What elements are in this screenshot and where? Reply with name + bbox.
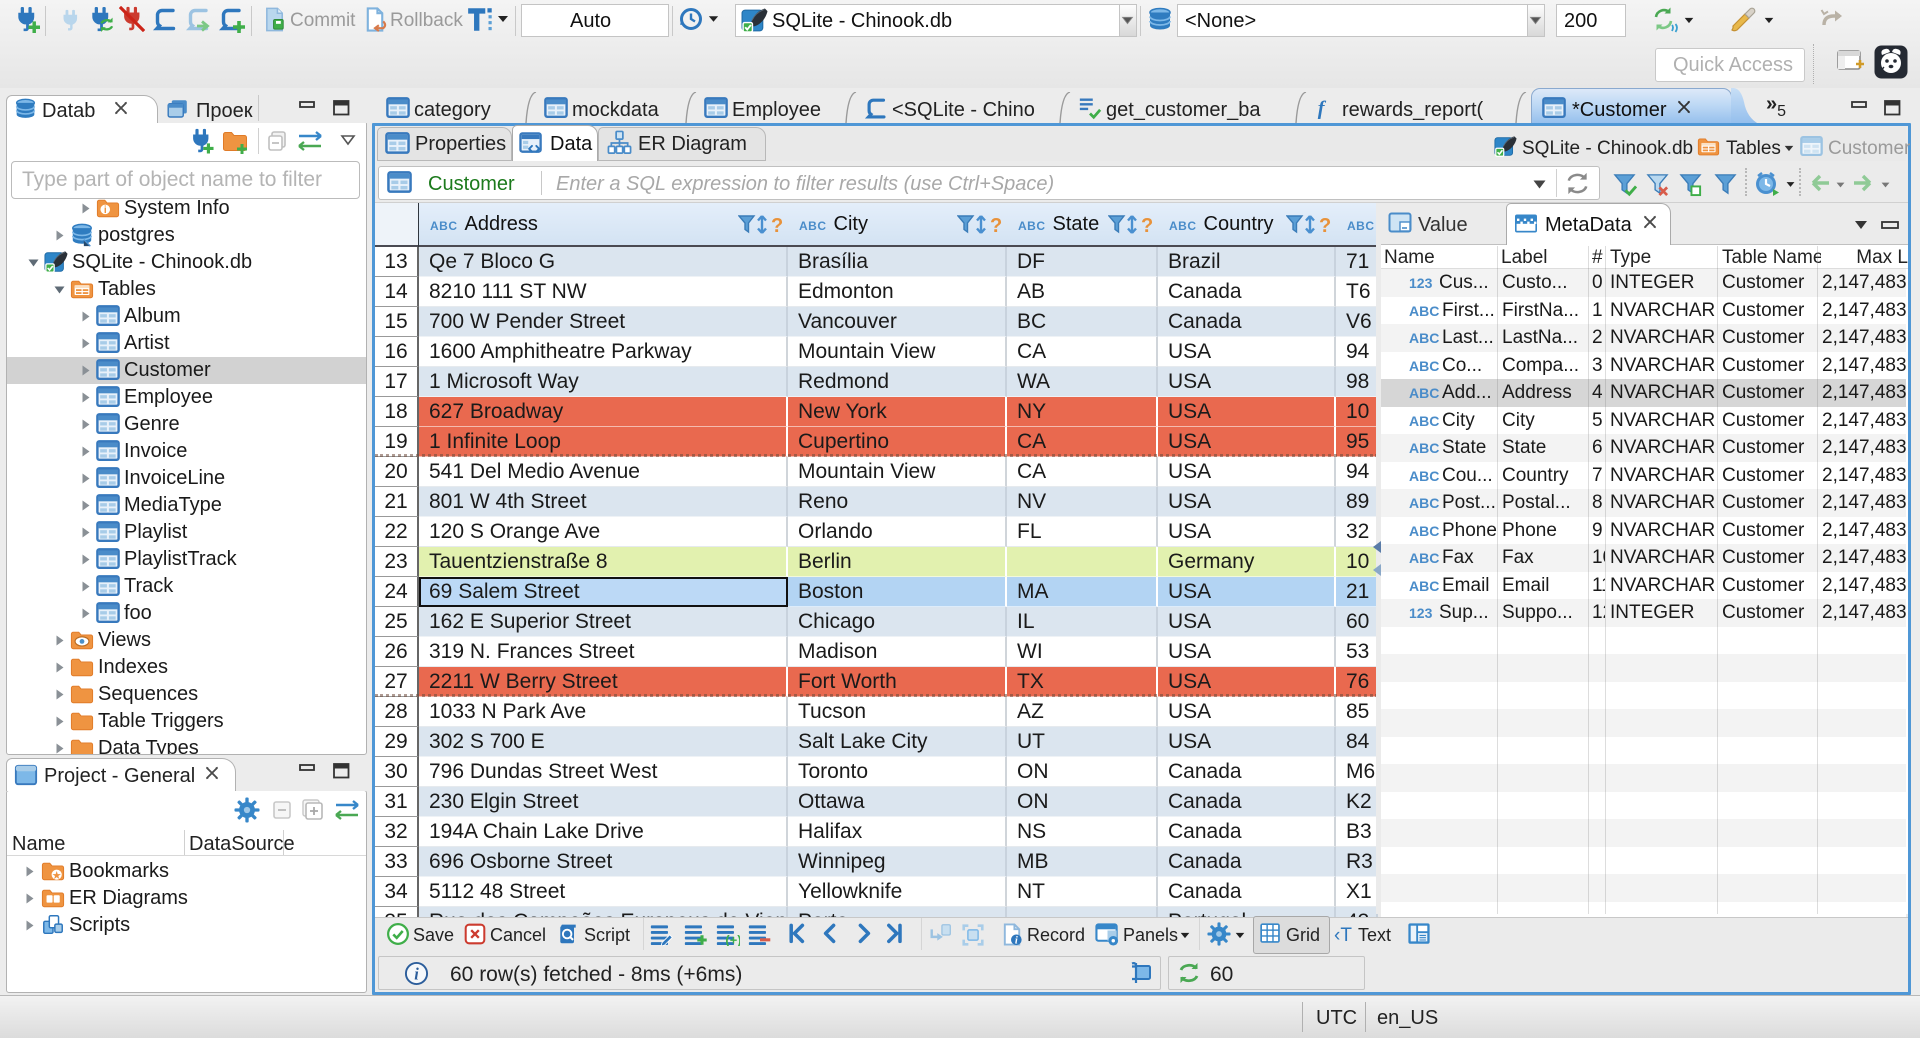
svg-text:?: ? [771,215,783,237]
svg-text:i: i [1015,936,1018,947]
svg-text:(+): (+) [725,932,740,946]
svg-text:f: f [1318,97,1327,119]
svg-text:?: ? [990,215,1002,237]
svg-text:?: ? [1319,215,1331,237]
svg-text:i: i [104,205,107,216]
svg-text:★: ★ [52,870,62,882]
svg-text:?: ? [1141,215,1153,237]
svg-text:i: i [414,964,419,983]
